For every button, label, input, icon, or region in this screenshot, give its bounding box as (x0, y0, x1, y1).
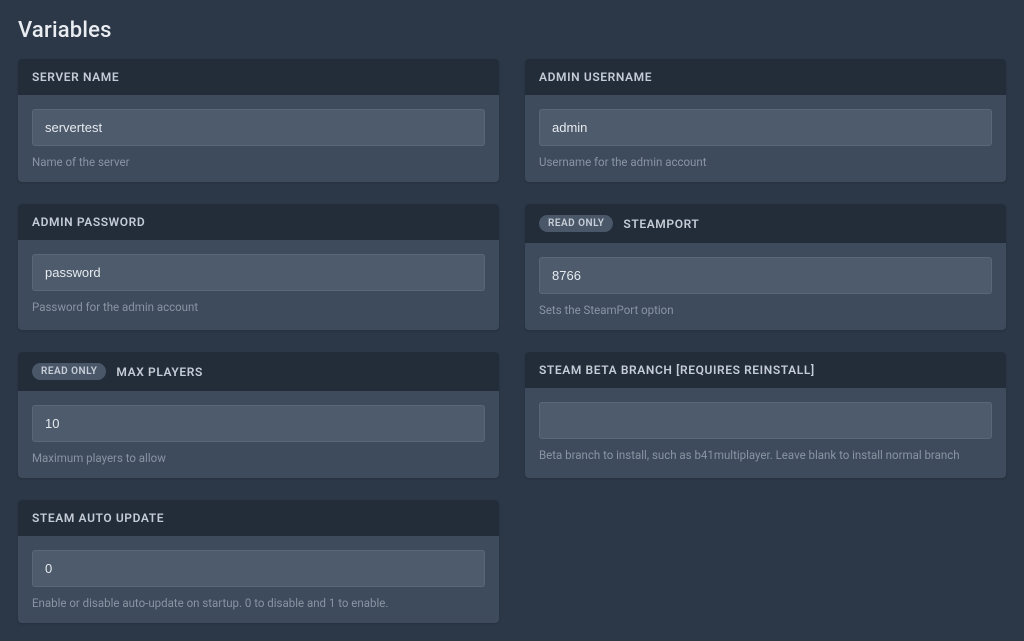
card-header: READ ONLY STEAMPORT (525, 204, 1006, 243)
field-label: MAX PLAYERS (116, 365, 202, 379)
card-steam-beta-branch: STEAM BETA BRANCH [REQUIRES REINSTALL] B… (525, 352, 1006, 478)
field-label: STEAM AUTO UPDATE (32, 511, 164, 525)
help-text: Maximum players to allow (32, 450, 485, 466)
field-label: STEAMPORT (623, 217, 699, 231)
card-header: STEAM AUTO UPDATE (18, 500, 499, 536)
card-header: STEAM BETA BRANCH [REQUIRES REINSTALL] (525, 352, 1006, 388)
readonly-badge: READ ONLY (539, 215, 613, 232)
help-text: Sets the SteamPort option (539, 302, 992, 318)
card-body: Enable or disable auto-update on startup… (18, 536, 499, 623)
max-players-input (32, 405, 485, 442)
field-label: SERVER NAME (32, 70, 119, 84)
card-header: ADMIN USERNAME (525, 59, 1006, 95)
page-title: Variables (18, 18, 1006, 43)
field-label: STEAM BETA BRANCH [REQUIRES REINSTALL] (539, 363, 815, 377)
card-steamport: READ ONLY STEAMPORT Sets the SteamPort o… (525, 204, 1006, 330)
card-header: READ ONLY MAX PLAYERS (18, 352, 499, 391)
card-body: Maximum players to allow (18, 391, 499, 478)
card-steam-auto-update: STEAM AUTO UPDATE Enable or disable auto… (18, 500, 499, 623)
help-text: Username for the admin account (539, 154, 992, 170)
card-admin-username: ADMIN USERNAME Username for the admin ac… (525, 59, 1006, 182)
steam-beta-branch-input[interactable] (539, 402, 992, 439)
field-label: ADMIN PASSWORD (32, 215, 145, 229)
variables-grid: SERVER NAME Name of the server ADMIN USE… (18, 59, 1006, 623)
card-body: Username for the admin account (525, 95, 1006, 182)
help-text: Password for the admin account (32, 299, 485, 315)
steam-auto-update-input[interactable] (32, 550, 485, 587)
server-name-input[interactable] (32, 109, 485, 146)
card-header: SERVER NAME (18, 59, 499, 95)
card-body: Name of the server (18, 95, 499, 182)
card-body: Password for the admin account (18, 240, 499, 327)
card-max-players: READ ONLY MAX PLAYERS Maximum players to… (18, 352, 499, 478)
readonly-badge: READ ONLY (32, 363, 106, 380)
help-text: Enable or disable auto-update on startup… (32, 595, 485, 611)
card-header: ADMIN PASSWORD (18, 204, 499, 240)
card-body: Sets the SteamPort option (525, 243, 1006, 330)
steamport-input (539, 257, 992, 294)
help-text: Beta branch to install, such as b41multi… (539, 447, 992, 463)
card-admin-password: ADMIN PASSWORD Password for the admin ac… (18, 204, 499, 330)
card-body: Beta branch to install, such as b41multi… (525, 388, 1006, 475)
admin-username-input[interactable] (539, 109, 992, 146)
field-label: ADMIN USERNAME (539, 70, 652, 84)
card-server-name: SERVER NAME Name of the server (18, 59, 499, 182)
admin-password-input[interactable] (32, 254, 485, 291)
help-text: Name of the server (32, 154, 485, 170)
